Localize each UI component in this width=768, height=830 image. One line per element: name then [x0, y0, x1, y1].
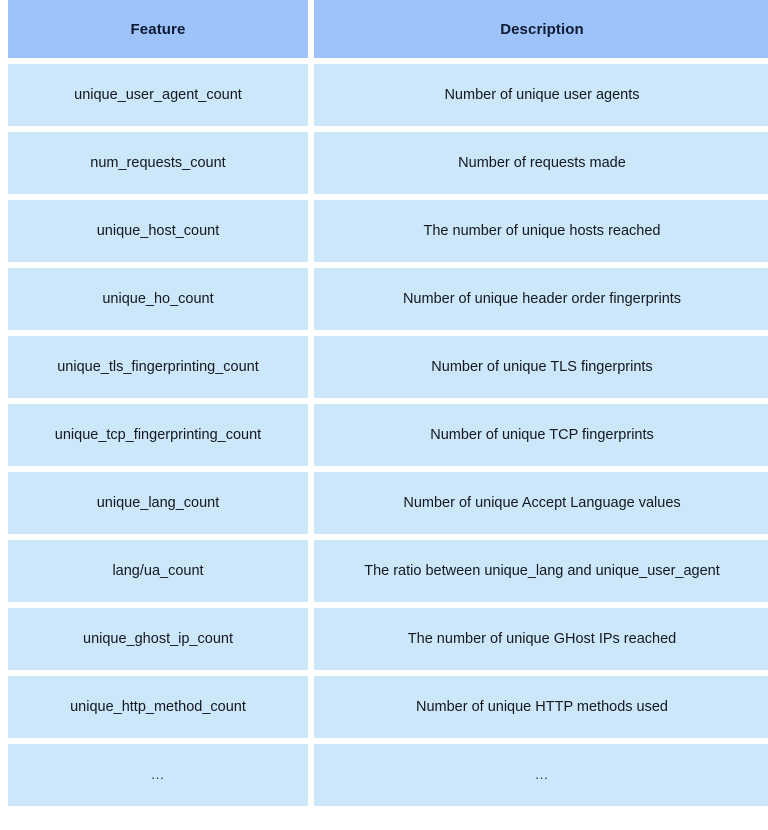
table-row: unique_ho_count Number of unique header …: [8, 268, 768, 330]
table-row: unique_tls_fingerprinting_count Number o…: [8, 336, 768, 398]
cell-feature: lang/ua_count: [8, 540, 308, 602]
cell-feature: unique_host_count: [8, 200, 308, 262]
cell-description-ellipsis: …: [314, 744, 768, 806]
table-header: Feature Description: [8, 0, 768, 58]
cell-description: The number of unique GHost IPs reached: [314, 608, 768, 670]
feature-description-table-container: Feature Description unique_user_agent_co…: [0, 0, 768, 824]
table-row: unique_ghost_ip_count The number of uniq…: [8, 608, 768, 670]
cell-description: Number of unique header order fingerprin…: [314, 268, 768, 330]
cell-feature: unique_user_agent_count: [8, 64, 308, 126]
cell-description: The number of unique hosts reached: [314, 200, 768, 262]
cell-feature: unique_tls_fingerprinting_count: [8, 336, 308, 398]
table-body: unique_user_agent_count Number of unique…: [8, 64, 768, 806]
table-row: unique_http_method_count Number of uniqu…: [8, 676, 768, 738]
table-row: unique_lang_count Number of unique Accep…: [8, 472, 768, 534]
column-header-feature: Feature: [8, 0, 308, 58]
table-row: num_requests_count Number of requests ma…: [8, 132, 768, 194]
cell-feature: unique_http_method_count: [8, 676, 308, 738]
cell-description: Number of requests made: [314, 132, 768, 194]
table-header-row: Feature Description: [8, 0, 768, 58]
cell-description: Number of unique user agents: [314, 64, 768, 126]
cell-description: Number of unique Accept Language values: [314, 472, 768, 534]
table-row: lang/ua_count The ratio between unique_l…: [8, 540, 768, 602]
cell-description: Number of unique HTTP methods used: [314, 676, 768, 738]
table-row: unique_host_count The number of unique h…: [8, 200, 768, 262]
table-row: unique_user_agent_count Number of unique…: [8, 64, 768, 126]
cell-description: The ratio between unique_lang and unique…: [314, 540, 768, 602]
table-row-ellipsis: … …: [8, 744, 768, 806]
column-header-description: Description: [314, 0, 768, 58]
cell-feature: num_requests_count: [8, 132, 308, 194]
cell-feature: unique_ho_count: [8, 268, 308, 330]
cell-feature: unique_ghost_ip_count: [8, 608, 308, 670]
feature-description-table: Feature Description unique_user_agent_co…: [2, 0, 768, 812]
cell-feature: unique_lang_count: [8, 472, 308, 534]
cell-description: Number of unique TCP fingerprints: [314, 404, 768, 466]
cell-feature-ellipsis: …: [8, 744, 308, 806]
table-row: unique_tcp_fingerprinting_count Number o…: [8, 404, 768, 466]
cell-description: Number of unique TLS fingerprints: [314, 336, 768, 398]
cell-feature: unique_tcp_fingerprinting_count: [8, 404, 308, 466]
